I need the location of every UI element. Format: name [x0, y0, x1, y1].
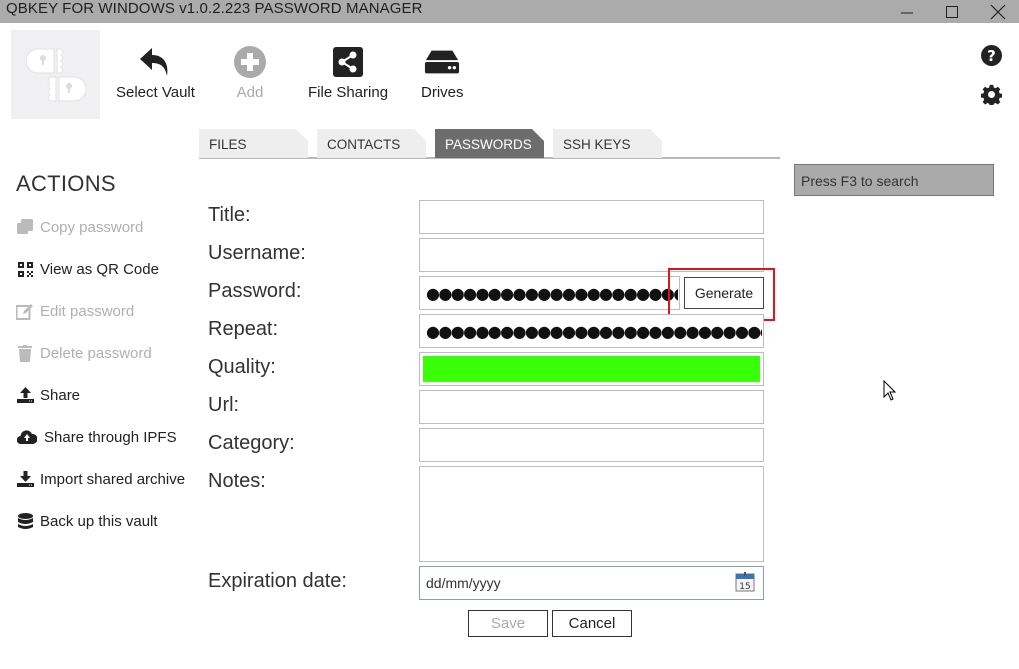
- mouse-cursor-icon: [883, 380, 897, 401]
- quality-bar-fill: [423, 356, 760, 382]
- title-input[interactable]: [419, 200, 764, 234]
- edit-icon: [16, 303, 33, 320]
- expiration-label: Expiration date:: [208, 570, 347, 592]
- edit-password-label: Edit password: [40, 302, 135, 320]
- share-ipfs-label: Share through IPFS: [44, 428, 177, 446]
- add-label: Add: [236, 84, 264, 101]
- url-input[interactable]: [419, 390, 764, 424]
- help-button[interactable]: ?: [980, 44, 1002, 66]
- upload-icon: [16, 387, 34, 403]
- import-archive-label: Import shared archive: [40, 470, 186, 488]
- title-label: Title:: [208, 204, 251, 226]
- username-label: Username:: [208, 242, 306, 264]
- app-logo: [11, 30, 100, 119]
- minimize-button[interactable]: [884, 0, 930, 23]
- tab-ssh-keys[interactable]: SSH KEYS: [553, 129, 662, 158]
- share-ipfs-action[interactable]: Share through IPFS: [16, 428, 177, 446]
- close-icon: [990, 4, 1006, 19]
- undo-arrow-icon: [140, 48, 168, 76]
- calendar-icon[interactable]: 15: [735, 572, 755, 592]
- svg-text:15: 15: [739, 582, 750, 592]
- settings-button[interactable]: [980, 83, 1002, 105]
- file-sharing-label: File Sharing: [308, 84, 389, 101]
- expiration-date-input[interactable]: dd/mm/yyyy 15: [419, 566, 764, 600]
- copy-password-action[interactable]: Copy password: [16, 218, 143, 236]
- close-button[interactable]: [975, 0, 1019, 23]
- delete-password-label: Delete password: [40, 344, 152, 362]
- copy-icon: [16, 219, 33, 234]
- actions-heading: ACTIONS: [16, 171, 116, 196]
- quality-label: Quality:: [208, 356, 276, 378]
- notes-textarea[interactable]: [419, 466, 764, 562]
- category-label: Category:: [208, 432, 295, 454]
- cloud-upload-icon: [17, 430, 37, 444]
- password-label: Password:: [208, 280, 302, 302]
- drives-button[interactable]: Drives: [421, 44, 464, 101]
- maximize-icon: [946, 5, 958, 18]
- quality-meter: [419, 352, 764, 386]
- tab-bar: FILES CONTACTS PASSWORDS SSH KEYS: [199, 129, 780, 159]
- url-label: Url:: [208, 394, 240, 416]
- help-icon: ?: [980, 44, 1002, 66]
- backup-vault-action[interactable]: Back up this vault: [16, 512, 158, 530]
- cancel-button[interactable]: Cancel: [552, 610, 632, 637]
- category-input[interactable]: [419, 428, 764, 462]
- svg-text:?: ?: [987, 47, 996, 65]
- file-sharing-button[interactable]: File Sharing: [308, 44, 388, 101]
- download-icon: [16, 471, 34, 487]
- view-qr-code-action[interactable]: View as QR Code: [16, 260, 159, 278]
- repeat-value: ●●●●●●●●●●●●●●●●●●●●●●●●●●●●●●●●●●●●●●●●…: [426, 322, 762, 341]
- tab-files[interactable]: FILES: [199, 129, 308, 158]
- tab-passwords[interactable]: PASSWORDS: [435, 129, 544, 158]
- trash-icon: [18, 344, 32, 362]
- copy-password-label: Copy password: [40, 218, 144, 236]
- share-icon: [333, 47, 364, 77]
- import-archive-action[interactable]: Import shared archive: [16, 470, 185, 488]
- share-label: Share: [40, 386, 81, 404]
- backup-vault-label: Back up this vault: [40, 512, 158, 530]
- expiration-date-placeholder: dd/mm/yyyy: [426, 575, 501, 591]
- window-title: QBKEY FOR WINDOWS v1.0.2.223 PASSWORD MA…: [6, 0, 423, 17]
- view-qr-code-label: View as QR Code: [40, 260, 159, 278]
- maximize-button[interactable]: [929, 0, 975, 23]
- drives-label: Drives: [421, 84, 464, 101]
- tab-contacts[interactable]: CONTACTS: [317, 129, 426, 158]
- plus-circle-icon: [234, 46, 266, 78]
- repeat-label: Repeat:: [208, 318, 279, 340]
- search-input[interactable]: Press F3 to search: [794, 164, 994, 196]
- save-button[interactable]: Save: [468, 610, 548, 637]
- notes-label: Notes:: [208, 470, 266, 492]
- share-action[interactable]: Share: [16, 386, 80, 404]
- qr-code-icon: [17, 261, 33, 277]
- select-vault-button[interactable]: Select Vault: [116, 44, 195, 101]
- database-icon: [17, 512, 33, 529]
- password-input[interactable]: ●●●●●●●●●●●●●●●●●●●●●●●●●●●●●●●●●●: [419, 276, 680, 310]
- password-value: ●●●●●●●●●●●●●●●●●●●●●●●●●●●●●●●●●●: [426, 284, 678, 303]
- gear-icon: [980, 84, 1002, 105]
- title-bar: QBKEY FOR WINDOWS v1.0.2.223 PASSWORD MA…: [0, 0, 1019, 23]
- edit-password-action[interactable]: Edit password: [16, 302, 134, 320]
- username-input[interactable]: [419, 238, 764, 272]
- add-button[interactable]: Add: [232, 44, 268, 101]
- delete-password-action[interactable]: Delete password: [16, 344, 152, 362]
- drive-icon: [425, 50, 460, 74]
- repeat-input[interactable]: ●●●●●●●●●●●●●●●●●●●●●●●●●●●●●●●●●●●●●●●●…: [419, 314, 764, 348]
- qbkey-logo-icon: [25, 48, 86, 101]
- select-vault-label: Select Vault: [116, 84, 195, 101]
- minimize-icon: [901, 12, 913, 13]
